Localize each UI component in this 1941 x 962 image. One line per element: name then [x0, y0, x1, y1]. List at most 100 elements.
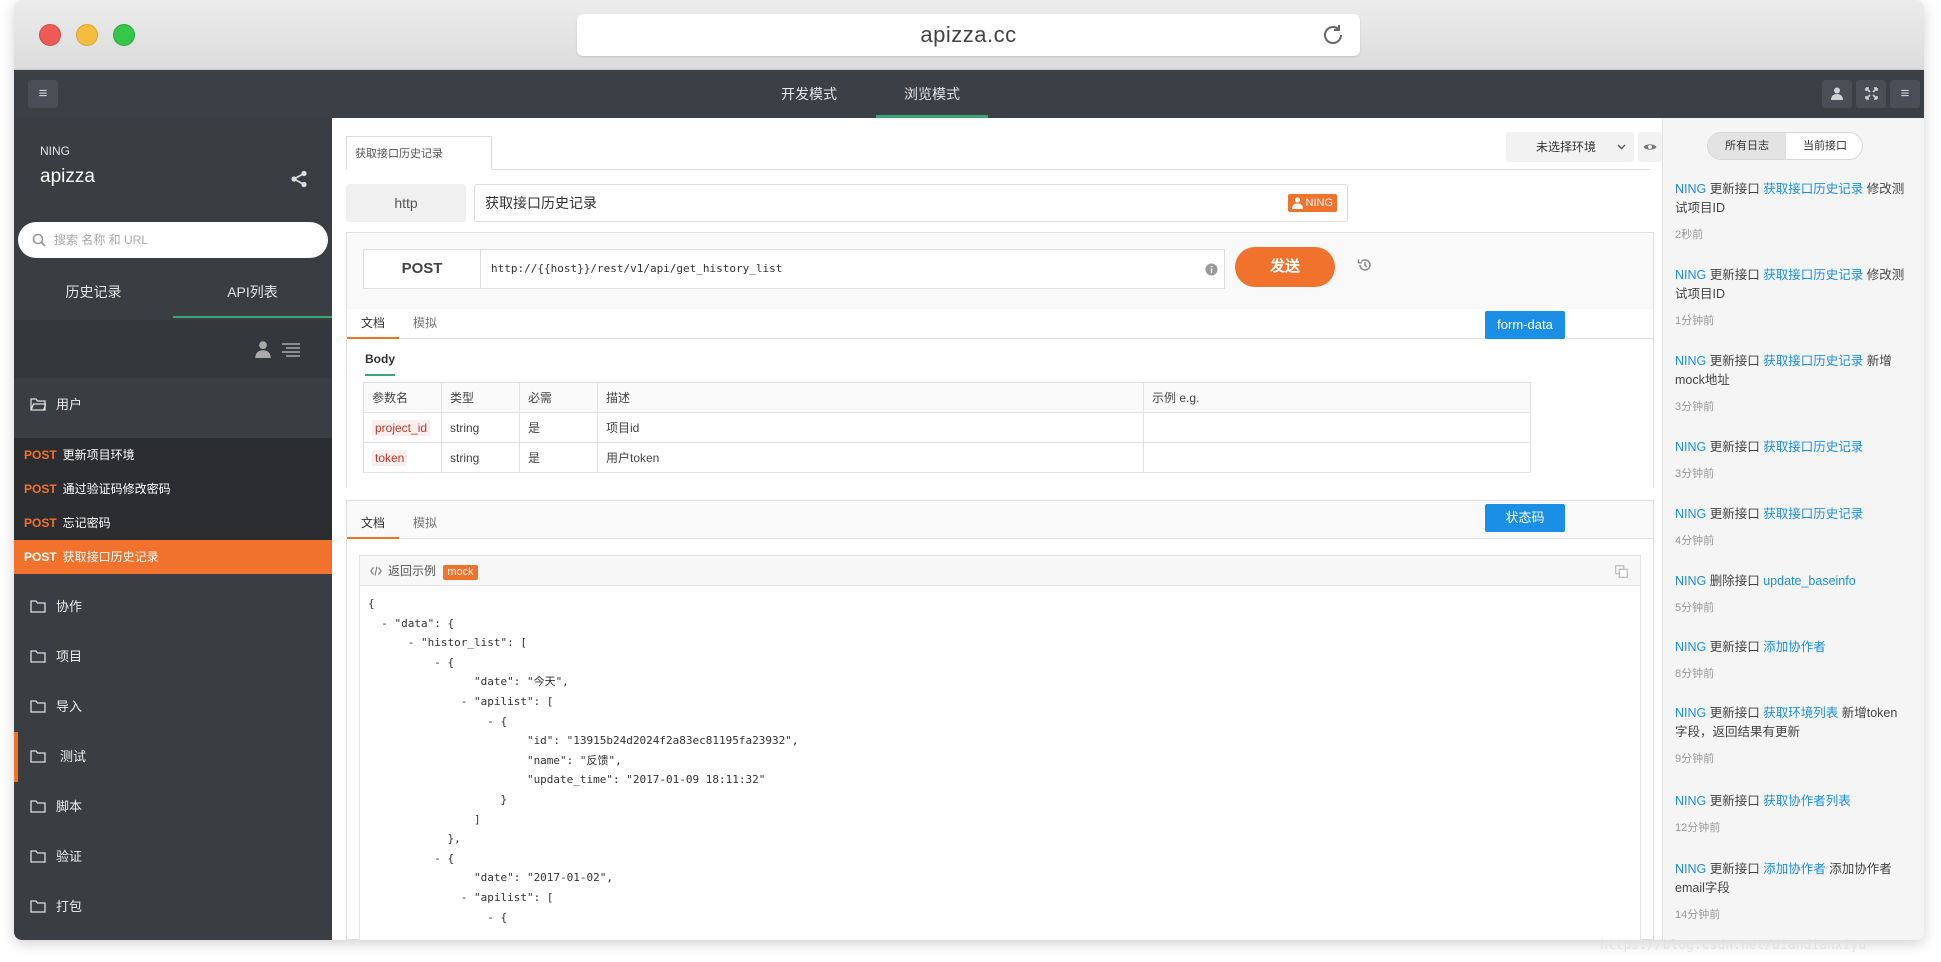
- tab-response-doc[interactable]: 文档: [347, 509, 400, 539]
- folder-collab[interactable]: 协作: [14, 582, 332, 632]
- log-api-link[interactable]: 获取接口历史记录: [1763, 268, 1863, 282]
- folder-project[interactable]: 项目: [14, 632, 332, 682]
- tab-request-mock[interactable]: 模拟: [399, 309, 451, 339]
- response-tabs: 文档 模拟 状态码: [347, 501, 1653, 539]
- environment-select[interactable]: 未选择环境: [1506, 132, 1634, 162]
- log-action: 更新接口: [1709, 862, 1760, 876]
- sidebar-toolbar: [14, 320, 332, 378]
- folder-user[interactable]: 用户: [14, 380, 332, 430]
- log-user[interactable]: NING: [1675, 640, 1706, 654]
- table-cell: [1143, 412, 1531, 443]
- log-api-link[interactable]: 获取协作者列表: [1763, 794, 1851, 808]
- log-action: 删除接口: [1709, 574, 1760, 588]
- address-bar[interactable]: apizza.cc: [577, 14, 1360, 56]
- user-button[interactable]: [1822, 80, 1852, 108]
- log-user[interactable]: NING: [1675, 862, 1706, 876]
- code-line: - "data": {: [368, 616, 455, 630]
- response-panel: 文档 模拟 状态码 返回示例 mock { - "data": { - "his…: [346, 500, 1654, 940]
- watermark: https://blog.csdn.net/diandianxiyu: [1600, 938, 1867, 953]
- folder-script[interactable]: 脚本: [14, 782, 332, 832]
- code-line: - "apilist": [: [368, 890, 554, 904]
- log-api-link[interactable]: 获取接口历史记录: [1763, 440, 1863, 454]
- log-entry: NING 删除接口 update_baseinfo 5分钟前: [1675, 572, 1907, 618]
- log-entry: NING 更新接口 获取接口历史记录 新增mock地址 3分钟前: [1675, 352, 1907, 417]
- folder-verify[interactable]: 验证: [14, 832, 332, 882]
- api-item-change-password-by-code[interactable]: POST 通过验证码修改密码: [14, 472, 332, 506]
- log-api-link[interactable]: 添加协作者: [1763, 862, 1826, 876]
- folder-package[interactable]: 打包: [14, 882, 332, 932]
- api-item-update-project-env[interactable]: POST 更新项目环境: [14, 438, 332, 472]
- status-code-button[interactable]: 状态码: [1485, 504, 1565, 532]
- share-icon[interactable]: [290, 170, 308, 188]
- mock-badge[interactable]: mock: [443, 565, 478, 580]
- col-header: 示例 e.g.: [1143, 382, 1531, 413]
- body-tab[interactable]: Body: [365, 352, 395, 376]
- log-api-link[interactable]: 获取接口历史记录: [1763, 507, 1863, 521]
- log-user[interactable]: NING: [1675, 574, 1706, 588]
- tab-response-mock[interactable]: 模拟: [399, 509, 451, 539]
- more-menu-button[interactable]: ≡: [1890, 80, 1920, 108]
- api-item-get-history-list[interactable]: POST 获取接口历史记录: [14, 540, 332, 574]
- code-line: ]: [368, 812, 481, 826]
- maximize-window-button[interactable]: [113, 24, 135, 46]
- log-user[interactable]: NING: [1675, 268, 1706, 282]
- user-filter-icon[interactable]: [254, 340, 272, 358]
- log-api-link[interactable]: 获取接口历史记录: [1763, 182, 1863, 196]
- environment-preview-button[interactable]: [1638, 132, 1662, 162]
- filter-all-logs[interactable]: 所有日志: [1708, 133, 1786, 159]
- close-window-button[interactable]: [39, 24, 61, 46]
- log-action: 更新接口: [1709, 794, 1760, 808]
- tab-history[interactable]: 历史记录: [14, 266, 173, 318]
- code-line: - {: [368, 851, 455, 865]
- tab-dev-mode[interactable]: 开发模式: [759, 70, 859, 118]
- log-api-link[interactable]: update_baseinfo: [1763, 574, 1855, 588]
- reload-icon[interactable]: [1320, 22, 1346, 48]
- info-icon[interactable]: [1205, 263, 1218, 276]
- col-header: 描述: [597, 382, 1144, 413]
- search-placeholder: 搜索 名称 和 URL: [54, 233, 149, 247]
- list-sort-icon[interactable]: [282, 340, 300, 358]
- log-api-link[interactable]: 添加协作者: [1763, 640, 1826, 654]
- url-input[interactable]: http://{{host}}/rest/v1/api/get_history_…: [481, 249, 1225, 289]
- log-entry: NING 更新接口 获取接口历史记录 修改测试项目ID 2秒前: [1675, 180, 1907, 245]
- table-cell: 是: [519, 412, 598, 443]
- code-line: - {: [368, 655, 455, 669]
- menu-toggle-button[interactable]: ≡: [28, 80, 58, 108]
- folder-test[interactable]: 测试: [14, 732, 332, 782]
- api-item-label: 更新项目环境: [62, 448, 135, 462]
- log-user[interactable]: NING: [1675, 706, 1706, 720]
- sidebar-app-name: apizza: [40, 166, 95, 187]
- log-action: 更新接口: [1709, 706, 1760, 720]
- folder-icon: [30, 750, 46, 763]
- tab-api-doc[interactable]: 获取接口历史记录: [346, 136, 492, 170]
- log-user[interactable]: NING: [1675, 440, 1706, 454]
- log-user[interactable]: NING: [1675, 794, 1706, 808]
- minimize-window-button[interactable]: [76, 24, 98, 46]
- fullscreen-button[interactable]: [1856, 80, 1886, 108]
- search-input[interactable]: 搜索 名称 和 URL: [18, 222, 328, 258]
- tab-browse-mode[interactable]: 浏览模式: [876, 70, 988, 118]
- history-icon[interactable]: [1357, 257, 1373, 273]
- filter-current-api[interactable]: 当前接口: [1786, 133, 1862, 159]
- log-api-link[interactable]: 获取环境列表: [1763, 706, 1838, 720]
- log-time: 12分钟前: [1675, 822, 1721, 834]
- folder-icon: [30, 800, 46, 813]
- copy-icon[interactable]: [1615, 565, 1628, 578]
- log-user[interactable]: NING: [1675, 507, 1706, 521]
- api-method-badge: POST: [24, 482, 57, 496]
- log-filter-toggle: 所有日志 当前接口: [1707, 132, 1863, 160]
- tab-api-list[interactable]: API列表: [173, 266, 332, 318]
- protocol-label[interactable]: http: [346, 184, 466, 222]
- table-cell: string: [441, 412, 520, 443]
- api-name-input[interactable]: 获取接口历史记录 NING: [474, 184, 1348, 222]
- send-button[interactable]: 发送: [1235, 247, 1335, 287]
- method-select[interactable]: POST: [363, 249, 481, 289]
- tab-request-doc[interactable]: 文档: [347, 309, 400, 339]
- log-api-link[interactable]: 获取接口历史记录: [1763, 354, 1863, 368]
- folder-import[interactable]: 导入: [14, 682, 332, 732]
- api-item-forgot-password[interactable]: POST 忘记密码: [14, 506, 332, 540]
- log-user[interactable]: NING: [1675, 354, 1706, 368]
- table-cell: 项目id: [597, 412, 1144, 443]
- form-data-button[interactable]: form-data: [1485, 311, 1565, 339]
- log-user[interactable]: NING: [1675, 182, 1706, 196]
